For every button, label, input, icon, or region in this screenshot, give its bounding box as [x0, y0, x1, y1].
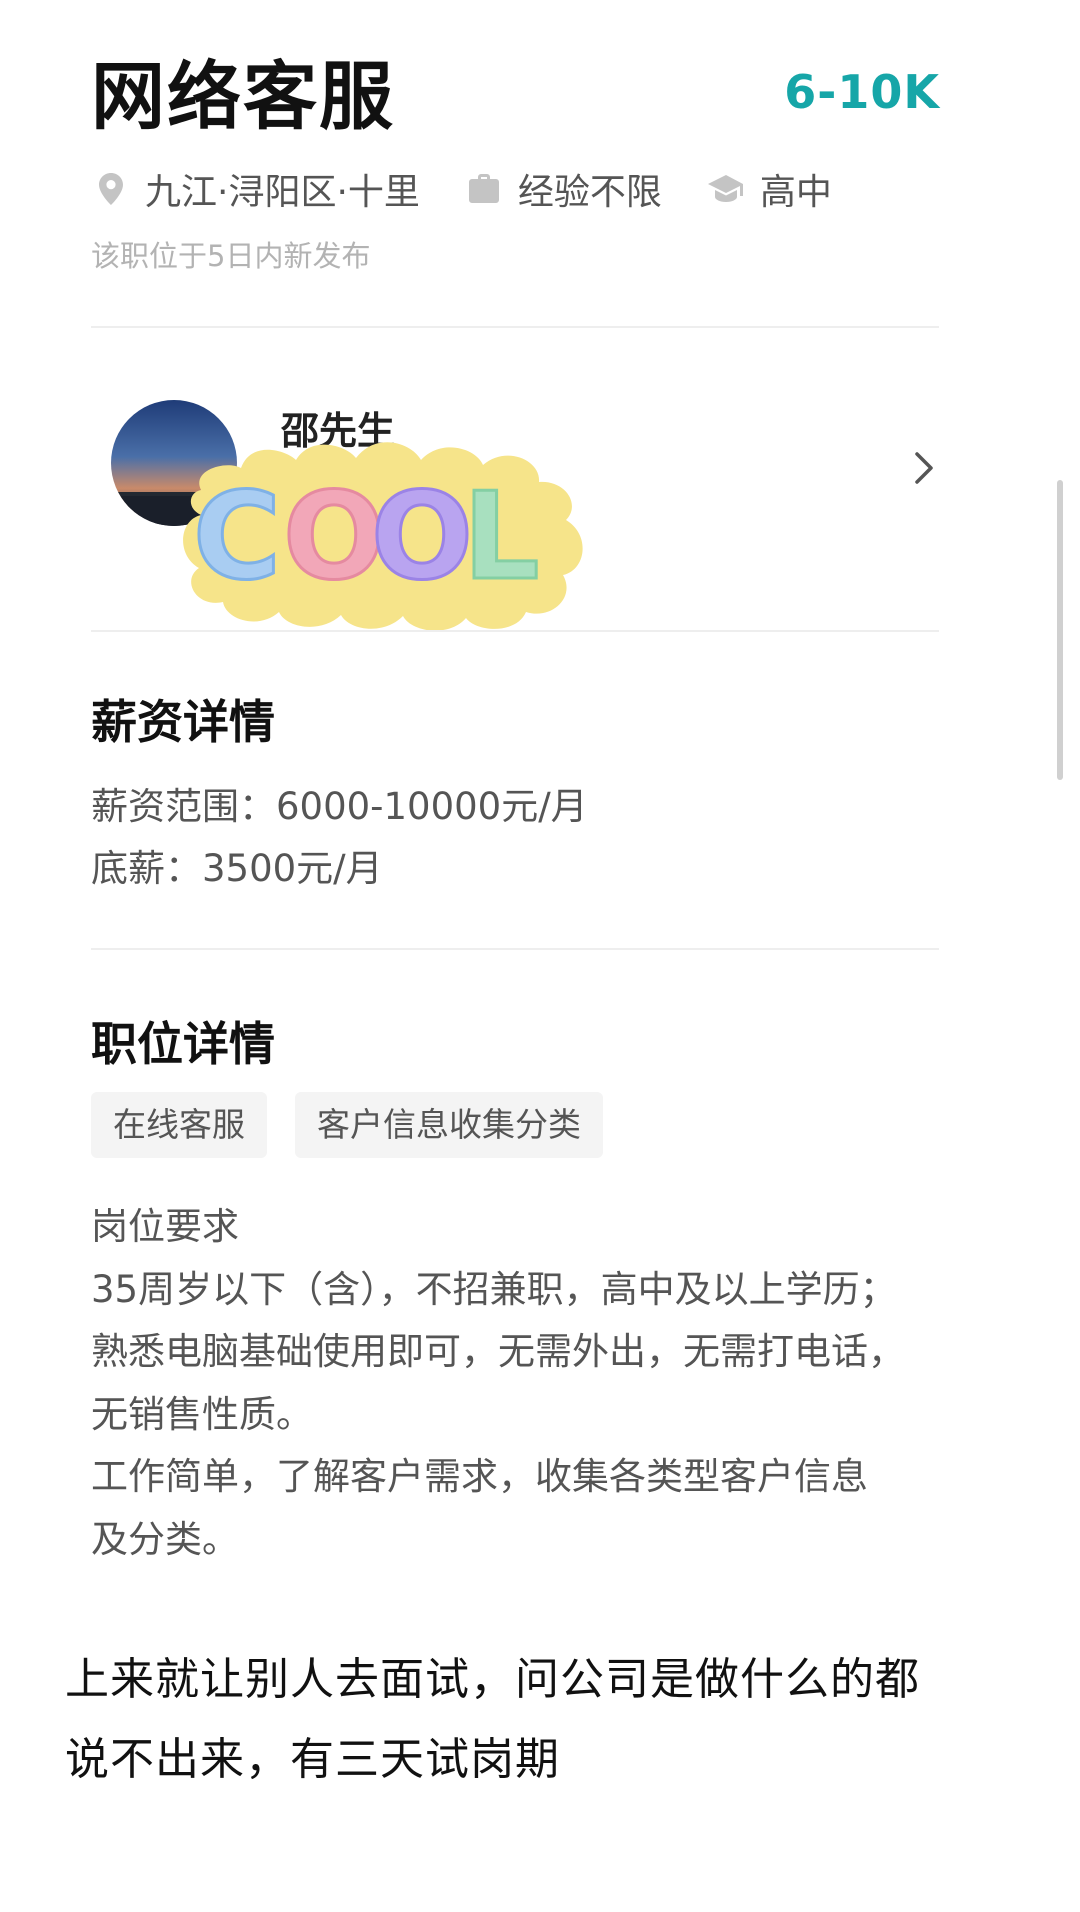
requirements-heading: 岗位要求: [91, 1205, 239, 1248]
job-salary: 6-10K: [784, 65, 940, 119]
caption-line: 上来就让别人去面试，问公司是做什么的都: [65, 1654, 920, 1705]
job-education-text: 高中: [759, 172, 832, 213]
tag-item: 客户信息收集分类: [295, 1092, 603, 1158]
caption-line: 说不出来，有三天试岗期: [65, 1734, 560, 1785]
post-caption: 上来就让别人去面试，问公司是做什么的都 说不出来，有三天试岗期: [65, 1640, 1015, 1800]
salary-range: 薪资范围：6000-10000元/月: [91, 785, 588, 828]
job-experience-text: 经验不限: [517, 172, 662, 213]
sticker-letter-o2: O: [371, 468, 473, 607]
divider: [91, 630, 939, 632]
job-location: 九江·浔阳区·十里: [91, 163, 420, 215]
sticker-letter-c: C: [193, 468, 281, 607]
briefcase-icon: [464, 169, 504, 209]
job-title: 网络客服: [91, 54, 395, 140]
tag-item: 在线客服: [91, 1092, 267, 1158]
posted-note: 该职位于5日内新发布: [91, 239, 371, 273]
requirement-line: 无销售性质。: [91, 1392, 313, 1436]
job-experience: 经验不限: [464, 163, 662, 215]
graduation-cap-icon: [706, 169, 746, 209]
sticker-letter-o1: O: [283, 468, 385, 607]
salary-details-title: 薪资详情: [91, 695, 275, 749]
job-requirements: 岗位要求 35周岁以下（含），不招兼职，高中及以上学历； 熟悉电脑基础使用即可，…: [91, 1196, 971, 1571]
divider: [91, 948, 939, 950]
divider: [91, 326, 939, 328]
requirement-line: 工作简单，了解客户需求，收集各类型客户信息: [91, 1455, 868, 1498]
skill-tags: 在线客服 客户信息收集分类: [91, 1092, 631, 1158]
requirement-line: 及分类。: [91, 1517, 239, 1561]
scrollbar[interactable]: [1057, 480, 1063, 780]
recruiter-card[interactable]: 邵先生 C O O L: [91, 340, 939, 631]
location-pin-icon: [91, 169, 131, 209]
chevron-right-icon[interactable]: [909, 448, 939, 488]
position-details-title: 职位详情: [91, 1017, 275, 1071]
job-education: 高中: [706, 163, 832, 215]
sticker-letter-l: L: [463, 468, 539, 607]
cool-sticker: C O O L: [171, 420, 601, 640]
job-meta-row: 九江·浔阳区·十里 经验不限 高中: [91, 164, 876, 214]
job-location-text: 九江·浔阳区·十里: [145, 172, 420, 213]
requirement-line: 熟悉电脑基础使用即可，无需外出，无需打电话，: [91, 1330, 905, 1373]
requirement-line: 35周岁以下（含），不招兼职，高中及以上学历；: [91, 1267, 897, 1311]
base-salary: 底薪：3500元/月: [91, 847, 383, 890]
